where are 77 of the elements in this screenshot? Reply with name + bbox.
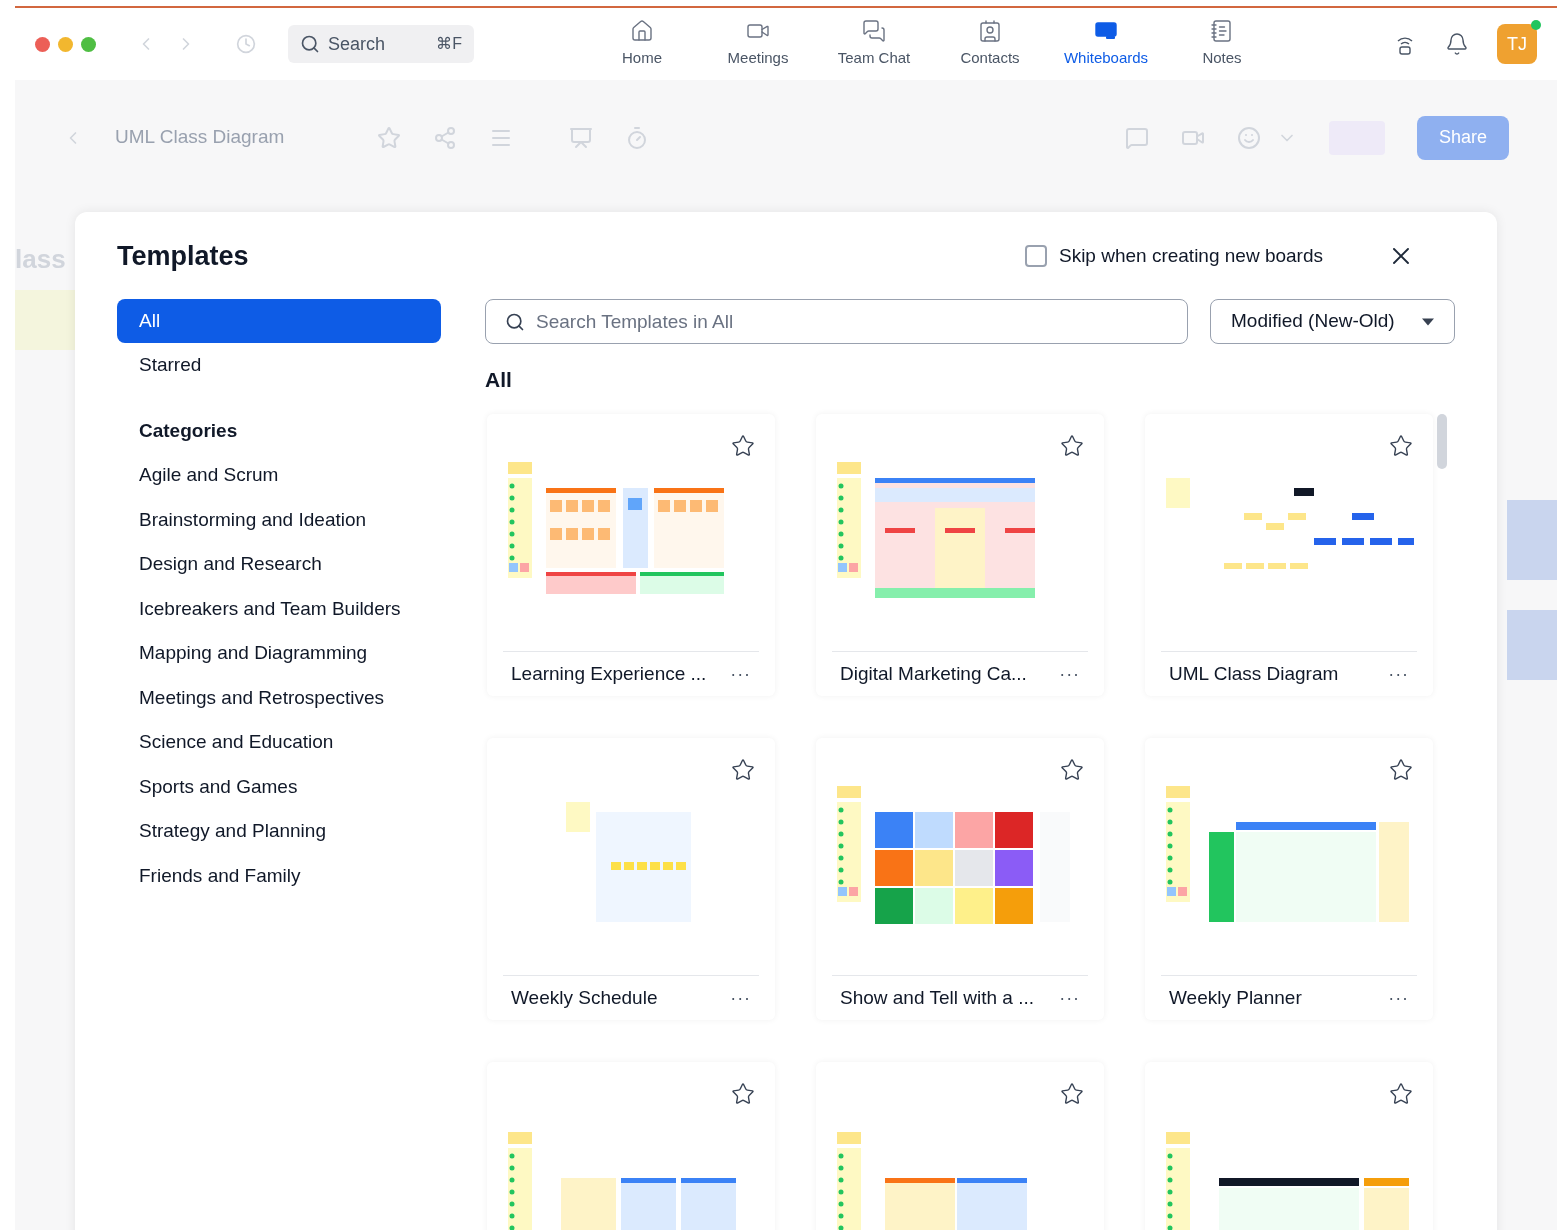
search-icon: [505, 312, 525, 332]
search-icon: [300, 34, 320, 54]
category-item[interactable]: Mapping and Diagramming: [117, 631, 441, 676]
category-item[interactable]: Agile and Scrum: [117, 453, 441, 498]
minimize-window-icon[interactable]: [58, 36, 73, 52]
sidebar-item[interactable]: Starred: [117, 343, 441, 387]
nav-tab[interactable]: Home: [584, 18, 700, 70]
template-card[interactable]: Digital Marketing Ca... ···: [816, 414, 1104, 696]
category-item[interactable]: Strategy and Planning: [117, 809, 441, 854]
template-title: Digital Marketing Ca...: [840, 661, 1027, 686]
maximize-window-icon[interactable]: [81, 36, 96, 52]
category-item[interactable]: Meetings and Retrospectives: [117, 675, 441, 720]
board-title: UML Class Diagram: [115, 125, 286, 150]
template-card[interactable]: Show and Tell with a ... ···: [816, 738, 1104, 1020]
bell-icon[interactable]: [1445, 32, 1469, 56]
template-card[interactable]: Weekly Planner ···: [1145, 738, 1433, 1020]
presentation-icon[interactable]: [569, 125, 593, 150]
home-icon: [630, 18, 654, 43]
star-button[interactable]: [731, 758, 755, 782]
star-icon[interactable]: [377, 125, 401, 150]
sort-dropdown[interactable]: Modified (New-Old): [1210, 299, 1455, 344]
skip-label: Skip when creating new boards: [1058, 243, 1323, 268]
comment-icon[interactable]: [1125, 125, 1149, 150]
category-item[interactable]: Icebreakers and Team Builders: [117, 586, 441, 631]
dropdown-caret-icon: [1422, 317, 1434, 326]
nav-tab[interactable]: Contacts: [932, 18, 1048, 70]
star-button[interactable]: [1389, 758, 1413, 782]
export-icon[interactable]: [433, 125, 457, 150]
template-card[interactable]: Learning Experience ... ···: [487, 414, 775, 696]
categories-heading: Categories: [138, 418, 239, 443]
canvas-panel: [1507, 610, 1557, 680]
category-item[interactable]: Design and Research: [117, 542, 441, 587]
template-card[interactable]: Weekly Schedule ···: [487, 738, 775, 1020]
skip-checkbox[interactable]: [1024, 245, 1047, 267]
star-button[interactable]: [731, 1082, 755, 1106]
timer-icon[interactable]: [625, 125, 649, 150]
category-item[interactable]: Brainstorming and Ideation: [117, 497, 441, 542]
category-item[interactable]: Sports and Games: [117, 764, 441, 809]
template-card[interactable]: UML Class Diagram ···: [1145, 414, 1433, 696]
nav-tab[interactable]: Meetings: [700, 18, 816, 70]
template-title: Weekly Schedule: [511, 985, 658, 1010]
nav-tab[interactable]: Team Chat: [816, 18, 932, 70]
scrollbar[interactable]: [1437, 414, 1447, 469]
section-heading: All: [485, 367, 513, 392]
template-title: Learning Experience ...: [511, 661, 707, 686]
nav-tab[interactable]: Whiteboards: [1048, 18, 1164, 70]
star-button[interactable]: [1060, 1082, 1084, 1106]
template-title: UML Class Diagram: [1169, 661, 1339, 686]
notebook-icon: [1210, 18, 1234, 43]
template-title: Weekly Planner: [1169, 985, 1302, 1010]
more-options-button[interactable]: ···: [1388, 660, 1409, 688]
canvas-note: [15, 290, 75, 350]
search-placeholder: Search: [328, 32, 386, 56]
category-item[interactable]: Science and Education: [117, 720, 441, 765]
more-options-button[interactable]: ···: [1388, 984, 1409, 1012]
star-button[interactable]: [731, 434, 755, 458]
close-window-icon[interactable]: [35, 36, 50, 52]
star-button[interactable]: [1060, 434, 1084, 458]
more-options-button[interactable]: ···: [1059, 660, 1080, 688]
search-templates-field[interactable]: Search Templates in All: [485, 299, 1188, 344]
history-icon[interactable]: [236, 34, 256, 54]
dialog-title: Templates: [117, 239, 249, 273]
template-title: Show and Tell with a ...: [840, 985, 1034, 1010]
nav-tab[interactable]: Notes: [1164, 18, 1280, 70]
star-button[interactable]: [1389, 1082, 1413, 1106]
shortcut-label: ⌘F: [436, 34, 462, 54]
contact-icon: [978, 18, 1002, 43]
search-field[interactable]: Search ⌘F: [288, 25, 474, 63]
sidebar-item[interactable]: All: [117, 299, 441, 343]
more-options-button[interactable]: ···: [730, 660, 751, 688]
star-button[interactable]: [1389, 434, 1413, 458]
reaction-icon[interactable]: [1237, 125, 1261, 150]
more-options-button[interactable]: ···: [1059, 984, 1080, 1012]
chat-icon: [862, 18, 886, 43]
category-item[interactable]: Friends and Family: [117, 853, 441, 898]
star-button[interactable]: [1060, 758, 1084, 782]
more-options-button[interactable]: ···: [730, 984, 751, 1012]
